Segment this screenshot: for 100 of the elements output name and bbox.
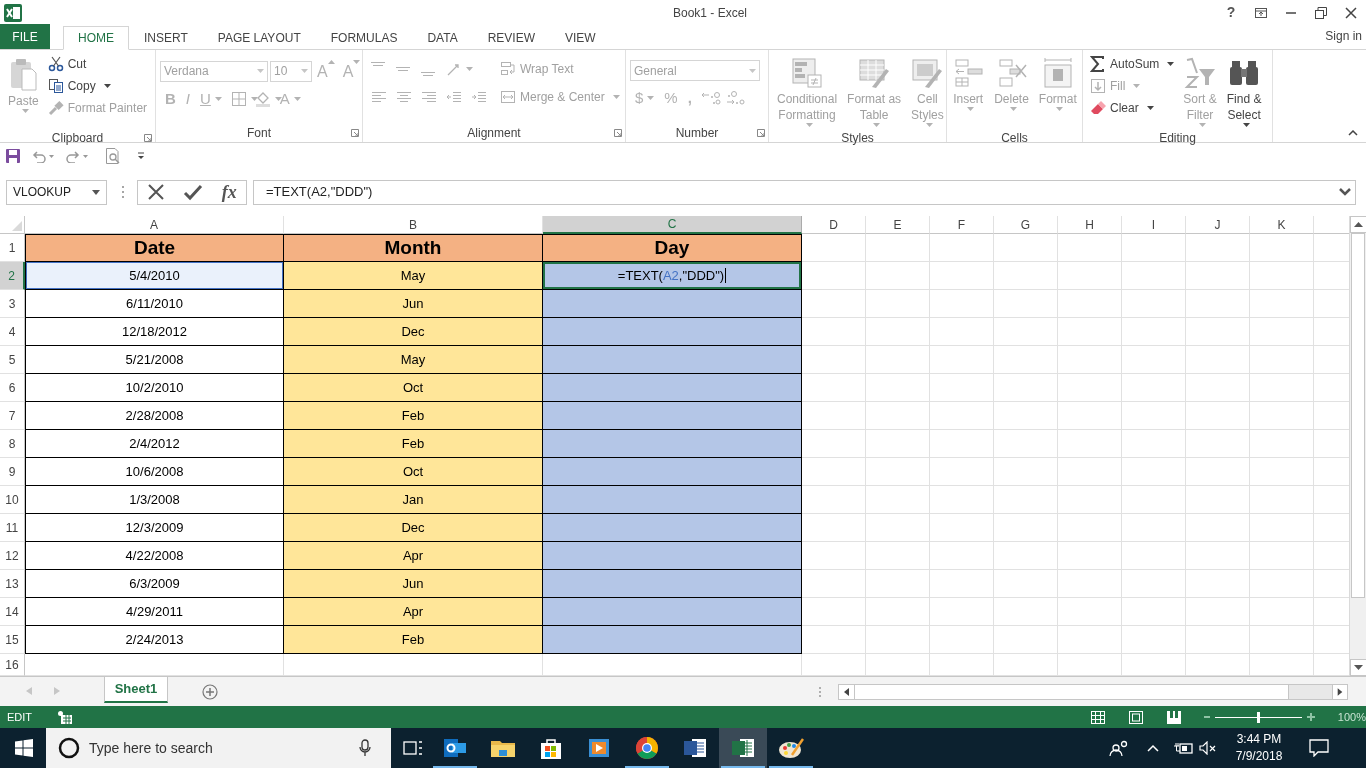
empty-cell[interactable] bbox=[1058, 402, 1122, 430]
empty-cell[interactable] bbox=[1186, 458, 1250, 486]
empty-cell[interactable] bbox=[1122, 598, 1186, 626]
notification-icon[interactable] bbox=[1309, 739, 1329, 757]
copy-button[interactable]: Copy bbox=[44, 75, 151, 97]
clock[interactable]: 3:44 PM 7/9/2018 bbox=[1227, 731, 1291, 765]
empty-cell[interactable] bbox=[1186, 514, 1250, 542]
column-header[interactable]: D bbox=[802, 216, 866, 234]
ribbon-tab[interactable]: REVIEW bbox=[472, 26, 550, 50]
empty-cell[interactable] bbox=[1058, 346, 1122, 374]
scroll-right-icon[interactable] bbox=[1332, 685, 1347, 699]
scroll-up-icon[interactable] bbox=[1350, 216, 1366, 233]
autosum-button[interactable]: AutoSum bbox=[1087, 53, 1178, 75]
ribbon-tab[interactable]: DATA bbox=[412, 26, 473, 50]
empty-cell[interactable] bbox=[1186, 234, 1250, 262]
scroll-thumb[interactable] bbox=[854, 685, 1289, 699]
empty-cell[interactable] bbox=[994, 374, 1058, 402]
empty-cell[interactable] bbox=[994, 458, 1058, 486]
undo-icon[interactable] bbox=[31, 148, 55, 163]
empty-cell[interactable] bbox=[1250, 542, 1314, 570]
empty-cell[interactable] bbox=[1122, 402, 1186, 430]
scroll-down-icon[interactable] bbox=[1350, 659, 1366, 676]
empty-cell[interactable] bbox=[1250, 262, 1314, 290]
task-view-icon[interactable] bbox=[403, 740, 423, 756]
zoom-slider[interactable] bbox=[1215, 711, 1302, 723]
taskbar-search-field[interactable]: Type here to search bbox=[46, 728, 391, 768]
empty-cell[interactable] bbox=[1250, 318, 1314, 346]
empty-cell[interactable] bbox=[1058, 290, 1122, 318]
empty-cell[interactable] bbox=[1186, 626, 1250, 654]
empty-cell[interactable] bbox=[930, 626, 994, 654]
previous-sheet-icon[interactable] bbox=[26, 687, 32, 695]
empty-cell[interactable] bbox=[1058, 318, 1122, 346]
empty-cell[interactable] bbox=[866, 374, 930, 402]
clear-button[interactable]: Clear bbox=[1087, 97, 1178, 119]
empty-cell[interactable] bbox=[994, 262, 1058, 290]
empty-cell[interactable] bbox=[1058, 374, 1122, 402]
page-layout-view-icon[interactable] bbox=[1129, 710, 1144, 724]
empty-cell[interactable] bbox=[1122, 570, 1186, 598]
empty-cell[interactable] bbox=[994, 486, 1058, 514]
add-sheet-icon[interactable] bbox=[202, 684, 218, 700]
empty-cell[interactable] bbox=[1122, 486, 1186, 514]
help-button[interactable]: ? bbox=[1216, 0, 1246, 25]
zoom-in-icon[interactable] bbox=[1305, 712, 1316, 722]
empty-cell[interactable] bbox=[1250, 346, 1314, 374]
chevron-up-icon[interactable] bbox=[1147, 744, 1159, 752]
row-header[interactable]: 3 bbox=[0, 290, 25, 318]
empty-cell[interactable] bbox=[866, 402, 930, 430]
empty-cell[interactable] bbox=[866, 486, 930, 514]
row-header[interactable]: 9 bbox=[0, 458, 25, 486]
ribbon-tab[interactable]: HOME bbox=[63, 26, 129, 50]
empty-cell[interactable] bbox=[866, 430, 930, 458]
empty-cell[interactable] bbox=[1186, 262, 1250, 290]
empty-cell[interactable] bbox=[1250, 402, 1314, 430]
empty-cell[interactable] bbox=[930, 290, 994, 318]
empty-cell[interactable] bbox=[1058, 430, 1122, 458]
redo-icon[interactable] bbox=[65, 148, 89, 163]
row-header[interactable]: 4 bbox=[0, 318, 25, 346]
cut-button[interactable]: Cut bbox=[44, 53, 151, 75]
column-header[interactable]: A bbox=[25, 216, 284, 234]
empty-cell[interactable] bbox=[994, 318, 1058, 346]
macro-recording-icon[interactable] bbox=[58, 710, 73, 724]
row-header[interactable]: 6 bbox=[0, 374, 25, 402]
print-preview-icon[interactable] bbox=[105, 146, 121, 165]
row-header[interactable]: 14 bbox=[0, 598, 25, 626]
ribbon-tab[interactable]: VIEW bbox=[550, 26, 611, 50]
next-sheet-icon[interactable] bbox=[54, 687, 60, 695]
column-header[interactable]: E bbox=[866, 216, 930, 234]
ribbon-tab[interactable]: FORMULAS bbox=[315, 26, 413, 50]
collapse-ribbon-icon[interactable] bbox=[1348, 130, 1358, 136]
empty-cell[interactable] bbox=[994, 626, 1058, 654]
empty-cell[interactable] bbox=[866, 458, 930, 486]
empty-cell[interactable] bbox=[1250, 290, 1314, 318]
name-box[interactable]: VLOOKUP bbox=[6, 179, 107, 205]
cancel-icon[interactable] bbox=[147, 183, 166, 201]
empty-cell[interactable] bbox=[930, 542, 994, 570]
empty-cell[interactable] bbox=[930, 570, 994, 598]
empty-cell[interactable] bbox=[1058, 598, 1122, 626]
empty-cell[interactable] bbox=[1058, 514, 1122, 542]
sign-in-link[interactable]: Sign in bbox=[1325, 27, 1362, 45]
empty-cell[interactable] bbox=[994, 290, 1058, 318]
empty-cell[interactable] bbox=[1186, 346, 1250, 374]
empty-cell[interactable] bbox=[1058, 234, 1122, 262]
page-break-view-icon[interactable] bbox=[1167, 710, 1182, 724]
empty-cell[interactable] bbox=[1186, 542, 1250, 570]
empty-cell[interactable] bbox=[1058, 262, 1122, 290]
empty-cell[interactable] bbox=[1250, 430, 1314, 458]
empty-cell[interactable] bbox=[1186, 570, 1250, 598]
empty-cell[interactable] bbox=[866, 598, 930, 626]
row-header[interactable]: 8 bbox=[0, 430, 25, 458]
windows-start-icon[interactable] bbox=[15, 739, 33, 757]
empty-cell[interactable] bbox=[930, 514, 994, 542]
empty-cell[interactable] bbox=[1122, 234, 1186, 262]
empty-cell[interactable] bbox=[930, 346, 994, 374]
empty-cell[interactable] bbox=[994, 542, 1058, 570]
empty-cell[interactable] bbox=[1058, 626, 1122, 654]
zoom-level[interactable]: 100% bbox=[1337, 708, 1366, 726]
customize-toolbar-icon[interactable] bbox=[137, 151, 145, 160]
empty-cell[interactable] bbox=[1250, 374, 1314, 402]
check-icon[interactable] bbox=[183, 183, 204, 201]
slider-thumb[interactable] bbox=[1257, 711, 1261, 723]
